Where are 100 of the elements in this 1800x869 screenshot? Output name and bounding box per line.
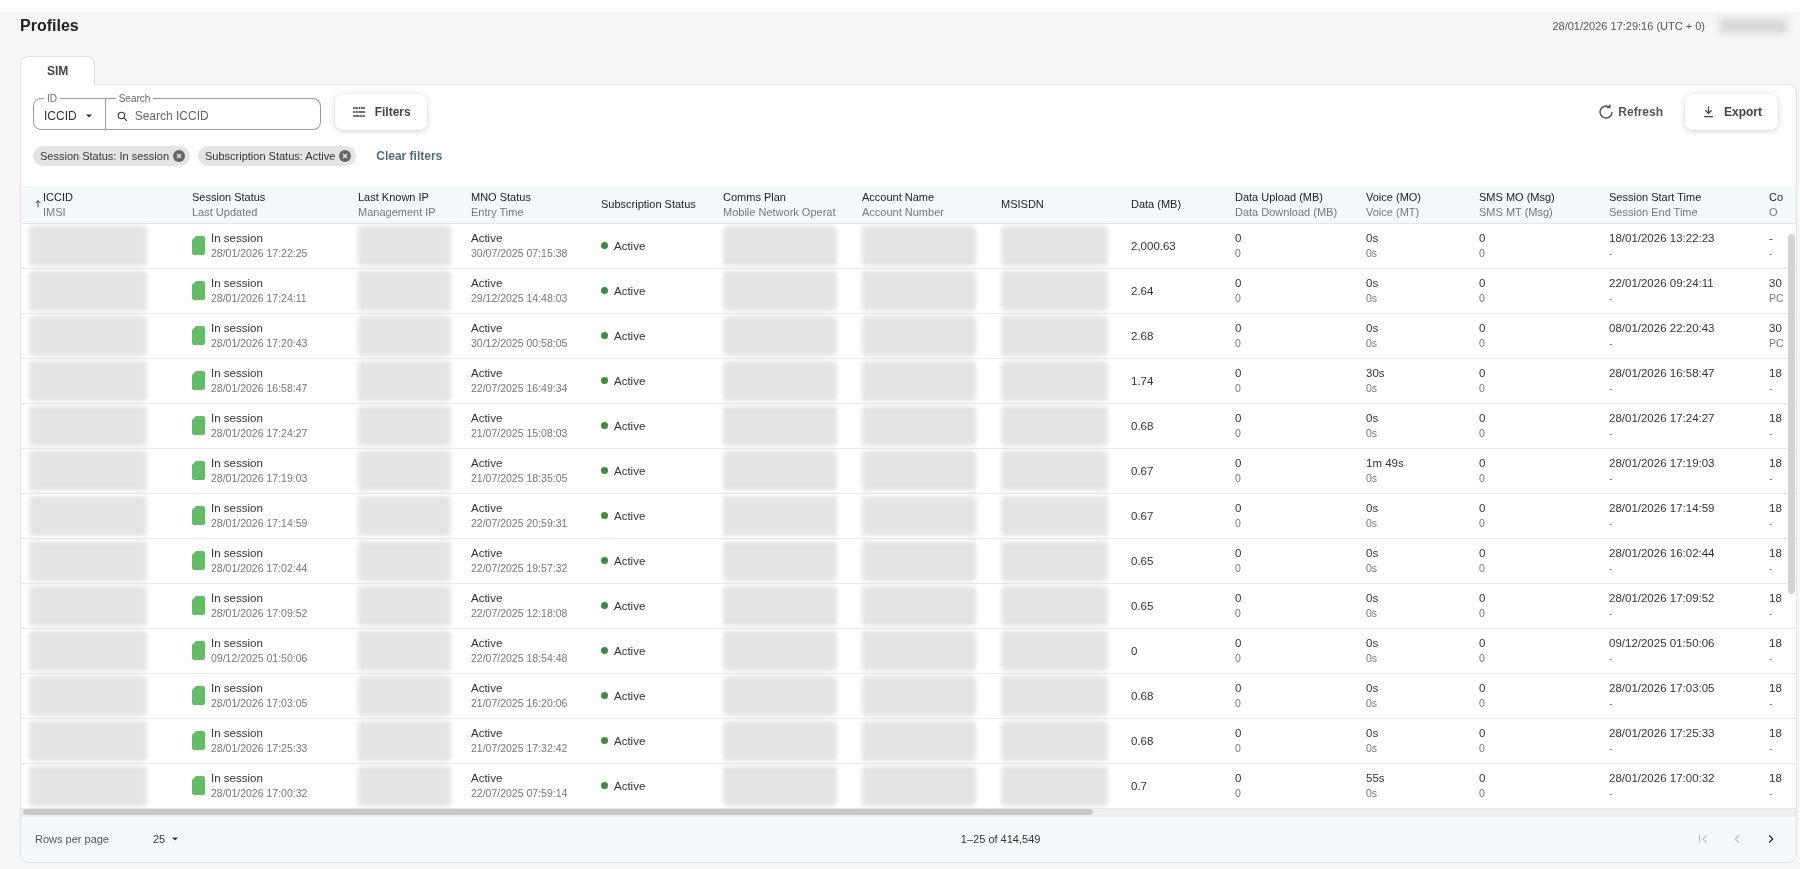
status-text: Active [614, 689, 646, 702]
status-text: Active [614, 644, 646, 657]
table-cell: 0 [1235, 277, 1242, 290]
table-cell: 28/01/2026 16:02:44 [1609, 547, 1715, 560]
table-cell: 22/07/2025 07:59:14 [471, 787, 568, 800]
id-select[interactable]: ID ICCID [33, 93, 106, 130]
table-cell: 0s [1366, 652, 1379, 665]
refresh-button[interactable]: Refresh [1597, 102, 1663, 121]
table-cell: 0 [1235, 562, 1242, 575]
status-text: Active [614, 779, 646, 792]
table-cell: 0 [1235, 502, 1242, 515]
table-cell: 18 [1769, 682, 1782, 695]
table-cell-text: Active [471, 727, 504, 740]
column-header[interactable]: Voice (MO) [1366, 190, 1421, 203]
table-cell: 0 [1479, 742, 1486, 755]
table-cell: 0 [1235, 682, 1242, 695]
last-updated: 09/12/2025 01:50:06 [211, 652, 308, 665]
column-header[interactable]: ICCID [43, 190, 73, 203]
column-header[interactable]: Account Name [862, 190, 944, 203]
table-cell: 0s [1366, 232, 1379, 245]
table-cell: 0 [1235, 547, 1242, 560]
table-cell-text: - [1609, 742, 1614, 755]
table-cell: 0.68 [1131, 419, 1154, 432]
last-updated: 28/01/2026 17:24:11 [211, 292, 307, 305]
table-cell: 2.64 [1131, 284, 1154, 297]
table-cell: 21/07/2025 17:32:42 [471, 742, 568, 755]
export-button[interactable]: Export [1685, 93, 1778, 130]
column-header[interactable]: MSISDN [1001, 198, 1044, 211]
search-input[interactable]: Search ICCID [134, 109, 305, 124]
table-cell: 0s [1366, 277, 1379, 290]
table-cell-text: Active [471, 502, 504, 515]
close-icon[interactable] [173, 150, 185, 163]
scrollbar[interactable] [1788, 233, 1795, 594]
table-cell: 0.68 [1131, 734, 1154, 747]
column-header[interactable]: Co [1769, 190, 1784, 203]
table-cell: 0 [1479, 607, 1486, 620]
column-header[interactable]: Subscription Status [601, 198, 696, 211]
last-updated: 28/01/2026 17:22:25 [211, 247, 308, 260]
column-subheader: Data Download (MB) [1235, 205, 1338, 218]
status-text: Active [614, 284, 646, 297]
table-cell: 0 [1235, 382, 1242, 395]
column-header[interactable]: Comms Plan [723, 190, 836, 203]
last-updated: 28/01/2026 17:02:44 [211, 562, 308, 575]
last-updated: 28/01/2026 17:20:43 [211, 337, 308, 350]
table-cell: 0s [1366, 547, 1379, 560]
table-cell: 0 [1479, 652, 1486, 665]
search-field[interactable]: Search Search ICCID [105, 93, 321, 130]
filter-chip[interactable]: Subscription Status: Active [198, 146, 357, 167]
table-cell-text: Active [471, 457, 504, 470]
close-icon[interactable] [339, 150, 352, 163]
table-cell: 0.65 [1131, 554, 1154, 567]
table-cell-text: - [1609, 562, 1614, 575]
filter-chip[interactable]: Session Status: In session [33, 146, 190, 167]
table-cell: 28/01/2026 17:03:05 [1609, 682, 1715, 695]
table-cell: 0 [1479, 592, 1486, 605]
table-cell-text: - [1609, 472, 1614, 485]
table-cell-text: - [1769, 562, 1774, 575]
table-cell: 29/12/2025 14:48:03 [471, 292, 568, 305]
column-header[interactable]: Last Known IP [358, 190, 436, 203]
table-cell: 21/07/2025 18:35:05 [471, 472, 568, 485]
table-cell: 0 [1235, 292, 1242, 305]
session-status: In session [211, 772, 264, 785]
filters-button[interactable]: Filters [334, 93, 427, 130]
table-cell: 0 [1479, 547, 1486, 560]
table-cell: 0 [1479, 337, 1486, 350]
table-cell: 18/01/2026 13:22:23 [1609, 232, 1715, 245]
column-header[interactable]: Data Upload (MB) [1235, 190, 1338, 203]
column-header[interactable]: SMS MO (Msg) [1479, 190, 1555, 203]
column-header[interactable]: Session Status [192, 190, 266, 203]
column-header[interactable]: Data (MB) [1131, 198, 1182, 211]
table-cell: 0 [1479, 682, 1486, 695]
table-cell: 0 [1479, 637, 1486, 650]
table-cell-text: Active [471, 322, 504, 335]
status-text: Active [614, 554, 646, 567]
rows-per-page-select[interactable]: 25 [153, 833, 182, 846]
session-status: In session [211, 412, 264, 425]
table-cell: 28/01/2026 17:25:33 [1609, 727, 1715, 740]
last-updated: 28/01/2026 17:09:52 [211, 607, 308, 620]
clear-filters-link[interactable]: Clear filters [376, 149, 443, 164]
download-icon [1701, 104, 1716, 120]
refresh-icon [1597, 102, 1616, 121]
table-cell: 28/01/2026 17:24:27 [1609, 412, 1715, 425]
tab[interactable]: SIM [20, 56, 96, 85]
table-cell: 0 [1235, 697, 1242, 710]
column-subheader: Voice (MT) [1366, 205, 1421, 218]
table-cell-text: - [1769, 607, 1774, 620]
table-cell: 0 [1235, 427, 1242, 440]
session-status: In session [211, 727, 264, 740]
column-header[interactable]: Session Start Time [1609, 190, 1702, 203]
column-header[interactable]: MNO Status [471, 190, 531, 203]
table-cell: 0 [1479, 472, 1486, 485]
table-cell: 09/12/2025 01:50:06 [1609, 637, 1715, 650]
table-cell: 0 [1235, 337, 1242, 350]
table-cell-text: - [1609, 247, 1614, 260]
status-text: Active [614, 464, 646, 477]
rows-per-page-label: Rows per page [35, 833, 109, 846]
scrollbar[interactable] [23, 808, 1093, 815]
table-cell-text: - [1609, 652, 1614, 665]
table-cell: 0s [1366, 682, 1379, 695]
last-updated: 28/01/2026 16:58:47 [211, 382, 308, 395]
